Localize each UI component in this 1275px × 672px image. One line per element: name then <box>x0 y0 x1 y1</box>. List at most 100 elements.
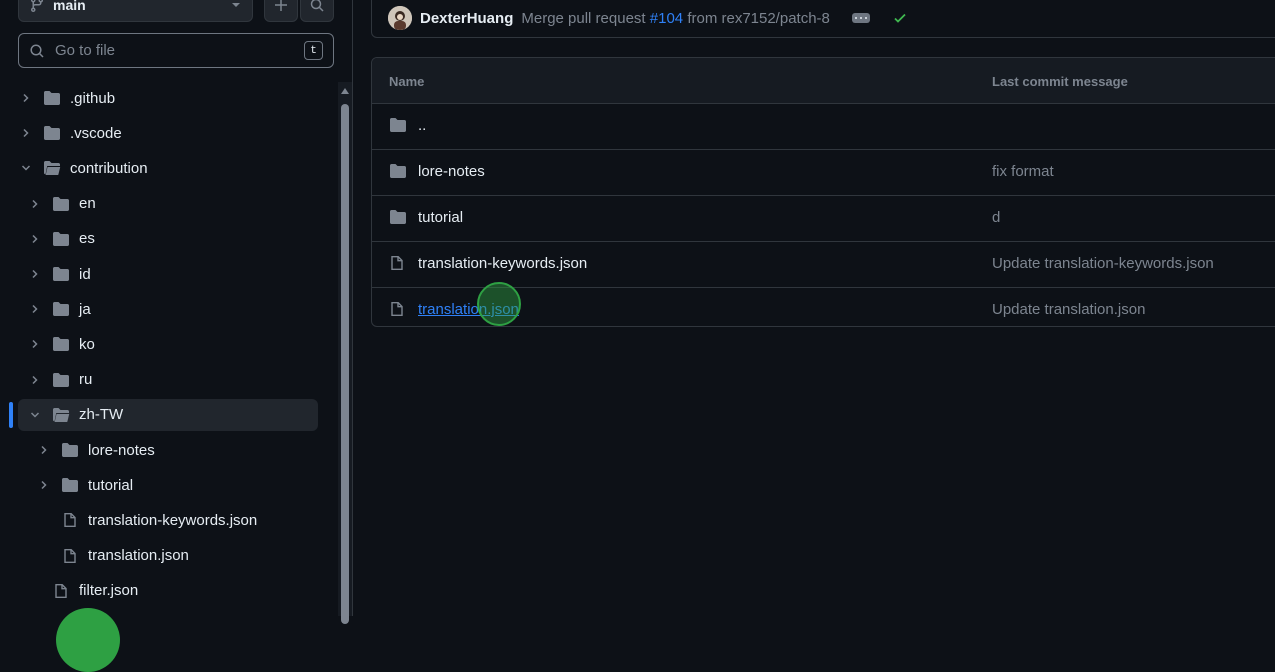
file-name-link[interactable]: lore-notes <box>418 163 485 180</box>
tree-item[interactable]: lore-notes <box>18 434 318 466</box>
chevron-right-icon[interactable] <box>36 480 52 490</box>
search-icon <box>29 43 45 59</box>
search-icon <box>309 0 325 13</box>
chevron-right-icon[interactable] <box>18 93 34 103</box>
chevron-right-icon[interactable] <box>18 128 34 138</box>
go-to-file-input[interactable] <box>53 41 296 60</box>
table-row[interactable]: lore-notes fix format <box>372 150 1275 196</box>
folder-icon <box>51 231 71 247</box>
tree-item[interactable]: ko <box>18 328 318 360</box>
chevron-right-icon[interactable] <box>27 199 43 209</box>
latest-commit-bar: DexterHuang Merge pull request #104 from… <box>371 0 1275 38</box>
chevron-down-icon[interactable] <box>18 163 34 173</box>
tree-item[interactable]: tutorial <box>18 469 318 501</box>
tree-item-label: tutorial <box>88 476 134 494</box>
check-icon[interactable] <box>892 10 908 26</box>
folder-icon <box>389 209 407 225</box>
chevron-down-icon[interactable] <box>27 410 43 420</box>
add-file-button[interactable] <box>264 0 298 22</box>
table-row[interactable]: .. <box>372 104 1275 150</box>
commit-message-link[interactable]: Update translation-keywords.json <box>992 255 1214 272</box>
triangle-down-icon <box>230 0 242 11</box>
tree-item-label: zh-TW <box>79 406 124 424</box>
file-name-link[interactable]: translation-keywords.json <box>418 255 587 272</box>
tree-item[interactable]: es <box>18 223 318 255</box>
tree-item-label: ru <box>79 371 93 389</box>
active-item-indicator <box>9 402 13 428</box>
commit-message-suffix: from rex7152/patch-8 <box>687 9 830 27</box>
tree-item-label: contribution <box>70 159 148 177</box>
folder-icon <box>42 125 62 141</box>
column-header-last-commit-message: Last commit message <box>992 74 1128 89</box>
commit-author[interactable]: DexterHuang <box>420 10 513 27</box>
tree-item[interactable]: ru <box>18 364 318 396</box>
chevron-right-icon[interactable] <box>27 234 43 244</box>
folder-icon <box>60 442 80 458</box>
folder-open-icon <box>42 160 62 176</box>
click-indicator <box>477 282 521 326</box>
scrollbar-thumb[interactable] <box>341 104 349 624</box>
tree-item[interactable]: translation-keywords.json <box>18 504 318 536</box>
pull-request-link[interactable]: #104 <box>650 10 683 27</box>
tree-item-label: filter.json <box>79 582 139 600</box>
file-name-link[interactable]: .. <box>418 117 426 134</box>
tree-item-label: ja <box>79 300 91 318</box>
chevron-right-icon[interactable] <box>27 339 43 349</box>
tree-item-label: .vscode <box>70 124 122 142</box>
tree-item[interactable]: ja <box>18 293 318 325</box>
file-icon <box>60 512 80 528</box>
file-tree-sidebar: main t .github .vscode contribution en es id j… <box>0 0 353 672</box>
folder-icon <box>389 163 407 179</box>
scroll-up-arrow-icon[interactable] <box>341 88 349 94</box>
keyboard-shortcut-hint: t <box>304 41 323 60</box>
commit-message-link[interactable]: Update translation.json <box>992 301 1145 318</box>
branch-name: main <box>53 0 86 13</box>
commit-message-link[interactable]: fix format <box>992 163 1054 180</box>
expand-commit-message-button[interactable] <box>851 13 870 23</box>
git-branch-icon <box>29 0 45 13</box>
table-row[interactable]: tutorial d <box>372 196 1275 242</box>
tree-item-label: ko <box>79 335 95 353</box>
file-icon <box>60 548 80 564</box>
file-icon <box>389 301 405 317</box>
folder-open-icon <box>51 407 71 423</box>
tree-item[interactable]: zh-TW <box>18 398 318 431</box>
folder-icon <box>51 372 71 388</box>
status-indicator-blob <box>56 608 120 672</box>
sidebar-scrollbar[interactable] <box>338 82 352 624</box>
commit-message-link[interactable]: d <box>992 209 1000 226</box>
chevron-right-icon[interactable] <box>27 304 43 314</box>
commit-message[interactable]: Merge pull request #104 from rex7152/pat… <box>521 10 830 27</box>
chevron-right-icon[interactable] <box>27 375 43 385</box>
tree-item-label: translation-keywords.json <box>88 511 258 529</box>
avatar[interactable] <box>388 6 412 30</box>
tree-item-label: translation.json <box>88 547 189 565</box>
folder-icon <box>60 477 80 493</box>
chevron-right-icon[interactable] <box>27 269 43 279</box>
table-row[interactable]: translation-keywords.json Update translat… <box>372 242 1275 288</box>
tree-item[interactable]: id <box>18 258 318 290</box>
folder-icon <box>51 336 71 352</box>
tree-item[interactable]: filter.json <box>18 575 318 607</box>
file-name-link[interactable]: tutorial <box>418 209 463 226</box>
table-header: Name Last commit message <box>372 58 1275 104</box>
tree-item[interactable]: en <box>18 188 318 220</box>
plus-icon <box>273 0 289 13</box>
tree-item[interactable]: .vscode <box>18 117 318 149</box>
search-button[interactable] <box>300 0 334 22</box>
go-to-file-field[interactable]: t <box>18 33 334 68</box>
commit-message-prefix: Merge pull request <box>521 9 646 27</box>
folder-icon <box>51 301 71 317</box>
column-header-name: Name <box>389 74 425 89</box>
branch-selector-button[interactable]: main <box>18 0 253 22</box>
tree-item[interactable]: translation.json <box>18 540 318 572</box>
tree-item[interactable]: contribution <box>18 152 318 184</box>
folder-icon <box>42 90 62 106</box>
file-icon <box>51 583 71 599</box>
folder-icon <box>51 196 71 212</box>
tree-item[interactable]: .github <box>18 82 318 114</box>
tree-item-label: en <box>79 195 96 213</box>
tree-item-label: lore-notes <box>88 441 155 459</box>
folder-icon <box>51 266 71 282</box>
chevron-right-icon[interactable] <box>36 445 52 455</box>
